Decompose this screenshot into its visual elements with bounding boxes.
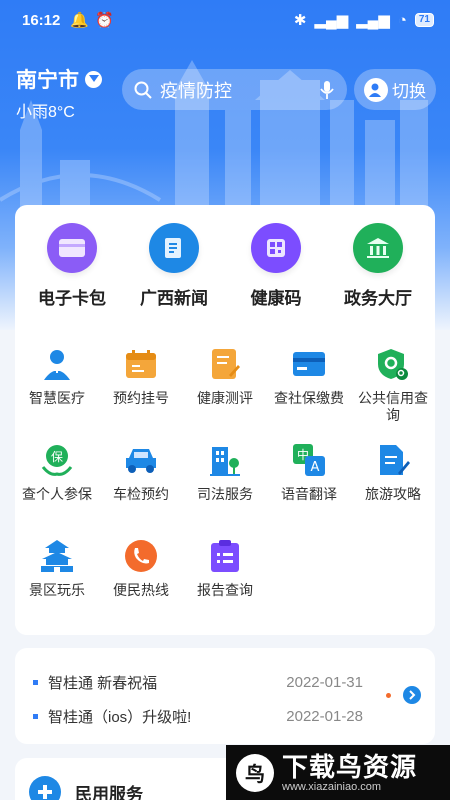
phone-hotline-icon bbox=[122, 537, 160, 575]
service-label: 预约挂号 bbox=[113, 390, 169, 406]
service-label: 便民热线 bbox=[113, 582, 169, 598]
service-personal-insurance[interactable]: 保 查个人参保 bbox=[15, 441, 99, 537]
service-health-assessment[interactable]: 健康测评 bbox=[183, 345, 267, 441]
weather-text: 小雨8°C bbox=[16, 104, 75, 121]
news-ticker-card: 智桂通 新春祝福 2022-01-31 智桂通（ios）升级啦! 2022-01… bbox=[15, 648, 435, 744]
quick-action-label: 电子卡包 bbox=[38, 289, 106, 308]
service-label: 语音翻译 bbox=[281, 486, 337, 502]
switch-label: 切换 bbox=[392, 82, 426, 101]
qrcode-icon bbox=[251, 223, 301, 273]
location-selector[interactable]: 南宁市 小雨8°C bbox=[16, 64, 102, 122]
battery-icon: 71 bbox=[414, 13, 434, 27]
svg-text:保: 保 bbox=[51, 450, 63, 464]
signal-icon-2: ▂▄▆ bbox=[356, 12, 390, 29]
health-check-icon bbox=[206, 345, 244, 383]
news-date: 2022-01-28 bbox=[286, 708, 363, 725]
civil-service-title: 民用服务 bbox=[75, 784, 143, 800]
service-judicial[interactable]: 司法服务 bbox=[183, 441, 267, 537]
service-label: 查个人参保 bbox=[22, 486, 92, 502]
unread-dot bbox=[386, 693, 391, 698]
service-label: 报告查询 bbox=[197, 582, 253, 598]
bluetooth-icon: ✱ bbox=[293, 12, 307, 29]
credit-shield-icon bbox=[374, 345, 412, 383]
service-grid: 智慧医疗 预约挂号 健康测评 查社保缴费 公共信用查询 保 查个人参保 车检预约… bbox=[15, 323, 435, 635]
quick-action-government-hall[interactable]: 政务大厅 bbox=[328, 223, 428, 309]
status-bar: 16:12 🔔 ⏰ ✱ ▂▄▆ ▂▄▆ ◔ 71 bbox=[0, 0, 450, 40]
watermark-banner: 鸟 下载鸟资源 www.xiazainiao.com bbox=[226, 745, 450, 800]
service-label: 智慧医疗 bbox=[29, 390, 85, 406]
quick-action-label: 广西新闻 bbox=[140, 289, 208, 308]
news-title: 智桂通 新春祝福 bbox=[48, 675, 158, 692]
service-public-credit[interactable]: 公共信用查询 bbox=[351, 345, 435, 441]
news-item[interactable]: 智桂通（ios）升级啦! 2022-01-28 bbox=[33, 706, 363, 727]
news-date: 2022-01-31 bbox=[286, 674, 363, 691]
search-placeholder: 疫情防控 bbox=[160, 80, 232, 101]
city-name: 南宁市 bbox=[16, 69, 79, 92]
chevron-right-icon[interactable] bbox=[403, 686, 421, 704]
services-card: 电子卡包 广西新闻 健康码 政务大厅 智慧医疗 预约挂号 健康测评 查社保缴费 … bbox=[15, 205, 435, 635]
chevron-down-icon bbox=[85, 70, 102, 88]
service-appointment[interactable]: 预约挂号 bbox=[99, 345, 183, 441]
car-icon bbox=[122, 441, 160, 479]
service-scenic-spots[interactable]: 景区玩乐 bbox=[15, 537, 99, 633]
service-label: 查社保缴费 bbox=[274, 390, 344, 406]
doctor-icon bbox=[38, 345, 76, 383]
government-hall-icon bbox=[353, 223, 403, 273]
service-label: 景区玩乐 bbox=[29, 582, 85, 598]
service-label: 公共信用查询 bbox=[358, 390, 428, 423]
service-smart-medical[interactable]: 智慧医疗 bbox=[15, 345, 99, 441]
switch-account-button[interactable]: 切换 bbox=[354, 69, 436, 110]
wifi-icon: ◔ bbox=[397, 11, 407, 29]
quick-action-health-code[interactable]: 健康码 bbox=[226, 223, 326, 309]
service-vehicle-inspection[interactable]: 车检预约 bbox=[99, 441, 183, 537]
travel-guide-icon bbox=[374, 441, 412, 479]
service-label: 旅游攻略 bbox=[365, 486, 421, 502]
microphone-icon[interactable] bbox=[319, 80, 335, 100]
service-voice-translation[interactable]: 中A 语音翻译 bbox=[267, 441, 351, 537]
watermark-url: www.xiazainiao.com bbox=[282, 780, 382, 793]
service-social-security[interactable]: 查社保缴费 bbox=[267, 345, 351, 441]
user-switch-icon bbox=[364, 77, 388, 102]
pagoda-icon bbox=[38, 537, 76, 575]
quick-actions: 电子卡包 广西新闻 健康码 政务大厅 bbox=[15, 205, 435, 309]
bullet bbox=[33, 680, 38, 685]
sound-icon: 🔔 bbox=[70, 12, 90, 29]
service-hotline[interactable]: 便民热线 bbox=[99, 537, 183, 633]
bullet bbox=[33, 714, 38, 719]
service-label: 司法服务 bbox=[197, 486, 253, 502]
quick-action-card-wallet[interactable]: 电子卡包 bbox=[22, 223, 122, 309]
quick-action-guangxi-news[interactable]: 广西新闻 bbox=[124, 223, 224, 309]
news-item[interactable]: 智桂通 新春祝福 2022-01-31 bbox=[33, 672, 363, 693]
service-report-query[interactable]: 报告查询 bbox=[183, 537, 267, 633]
search-icon bbox=[134, 81, 152, 99]
service-label: 车检预约 bbox=[113, 486, 169, 502]
social-security-card-icon bbox=[290, 345, 328, 383]
news-title: 智桂通（ios）升级啦! bbox=[48, 709, 192, 726]
calendar-icon bbox=[122, 345, 160, 383]
search-bar[interactable]: 疫情防控 bbox=[122, 69, 347, 110]
translate-icon: 中A bbox=[290, 441, 328, 479]
card-wallet-icon bbox=[47, 223, 97, 273]
watermark-logo: 鸟 bbox=[236, 753, 274, 792]
alarm-icon: ⏰ bbox=[95, 12, 114, 29]
news-icon bbox=[149, 223, 199, 273]
watermark-brand: 下载鸟资源 bbox=[282, 751, 418, 782]
service-travel-guide[interactable]: 旅游攻略 bbox=[351, 441, 435, 537]
svg-text:A: A bbox=[311, 460, 320, 475]
status-time: 16:12 bbox=[22, 11, 61, 29]
quick-action-label: 政务大厅 bbox=[344, 289, 412, 308]
quick-action-label: 健康码 bbox=[250, 289, 302, 308]
signal-icon: ▂▄▆ bbox=[314, 12, 349, 29]
civil-service-icon bbox=[29, 776, 61, 800]
report-icon bbox=[206, 537, 244, 575]
justice-building-icon bbox=[206, 441, 244, 479]
service-label: 健康测评 bbox=[197, 390, 253, 406]
insurance-icon: 保 bbox=[38, 441, 76, 479]
